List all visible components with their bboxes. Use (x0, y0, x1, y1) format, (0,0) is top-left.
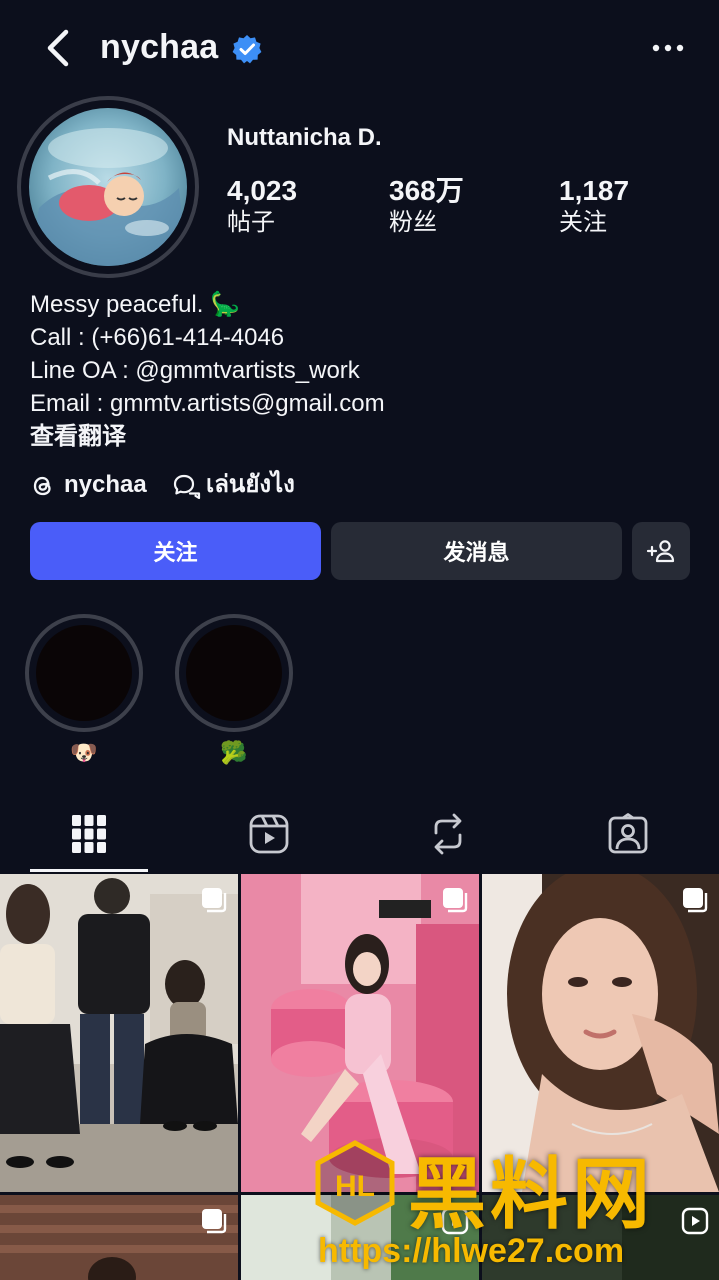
thread-link-icon (173, 474, 201, 499)
avatar[interactable] (29, 108, 187, 266)
stat-following-value: 1,187 (559, 175, 630, 206)
tab-posts[interactable] (30, 795, 148, 873)
highlight-cover (186, 625, 282, 721)
post-thumbnail[interactable] (0, 1195, 238, 1280)
stat-posts-label: 帖子 (227, 209, 275, 236)
message-button[interactable]: 发消息 (331, 522, 622, 580)
stat-followers[interactable]: 368万 粉丝 (389, 174, 464, 238)
bio-line-phone[interactable]: Call : (+66)61-414-4046 (30, 321, 385, 354)
repost-icon (434, 813, 462, 855)
add-person-icon (646, 540, 675, 563)
tagged-icon (608, 813, 648, 854)
tab-reels[interactable] (210, 795, 328, 873)
story-highlight[interactable]: 🥦 (175, 614, 293, 768)
threads-icon (33, 476, 51, 496)
multiple-photos-icon (443, 888, 468, 913)
multiple-photos-icon (683, 888, 708, 913)
avatar-image (29, 108, 187, 266)
username-title: nychaa (100, 28, 219, 66)
tab-reposts[interactable] (389, 795, 507, 873)
post-thumbnail[interactable] (0, 874, 238, 1192)
threads-handle-link[interactable]: nychaa (64, 468, 147, 502)
top-bar: nychaa (0, 0, 719, 96)
stat-posts-value: 4,023 (227, 175, 298, 206)
reel-icon (681, 1207, 709, 1235)
highlight-label: 🐶 (70, 740, 98, 765)
multiple-photos-icon (202, 888, 227, 913)
post-image (0, 874, 238, 1192)
watermark-url: https://hlwe27.com (318, 1232, 625, 1270)
watermark-logo: HL (315, 1140, 395, 1226)
bio-line: Messy peaceful. 🦕 (30, 291, 240, 318)
full-name: Nuttanicha D. (227, 124, 382, 151)
reels-icon (249, 814, 289, 854)
watermark-text: 黑料网 (408, 1150, 655, 1238)
bio: Messy peaceful. 🦕 Call : (+66)61-414-404… (30, 288, 385, 453)
story-highlight[interactable]: 🐶 (25, 614, 143, 768)
stat-posts[interactable]: 4,023 帖子 (227, 174, 297, 238)
highlight-ring (175, 614, 293, 732)
see-translation-link[interactable]: 查看翻译 (30, 420, 385, 453)
active-tab-indicator (30, 869, 148, 872)
more-horizontal-icon[interactable] (650, 30, 686, 66)
suggested-users-button[interactable] (632, 522, 690, 580)
follow-button[interactable]: 关注 (30, 522, 321, 580)
bio-line-line-oa[interactable]: Line OA : @gmmtvartists_work (30, 354, 385, 387)
stat-following[interactable]: 1,187 关注 (559, 174, 629, 238)
verified-badge-icon (232, 35, 262, 64)
stat-followers-label: 粉丝 (389, 209, 437, 236)
bio-line-email[interactable]: Email : gmmtv.artists@gmail.com (30, 387, 385, 420)
highlight-label: 🥦 (220, 740, 248, 765)
grid-icon (72, 815, 106, 853)
stat-following-label: 关注 (559, 209, 607, 236)
tab-tagged[interactable] (569, 795, 687, 873)
watermark-logo-letters: HL (335, 1170, 375, 1203)
chevron-left-icon[interactable] (38, 26, 78, 70)
highlight-cover (36, 625, 132, 721)
profile-avatar-ring[interactable] (17, 96, 199, 278)
profile-tabs (0, 795, 719, 873)
thread-topic-link[interactable]: เล่นยังไง (206, 468, 295, 502)
multiple-photos-icon (202, 1209, 227, 1234)
highlight-ring (25, 614, 143, 732)
stat-followers-value: 368万 (389, 175, 464, 206)
